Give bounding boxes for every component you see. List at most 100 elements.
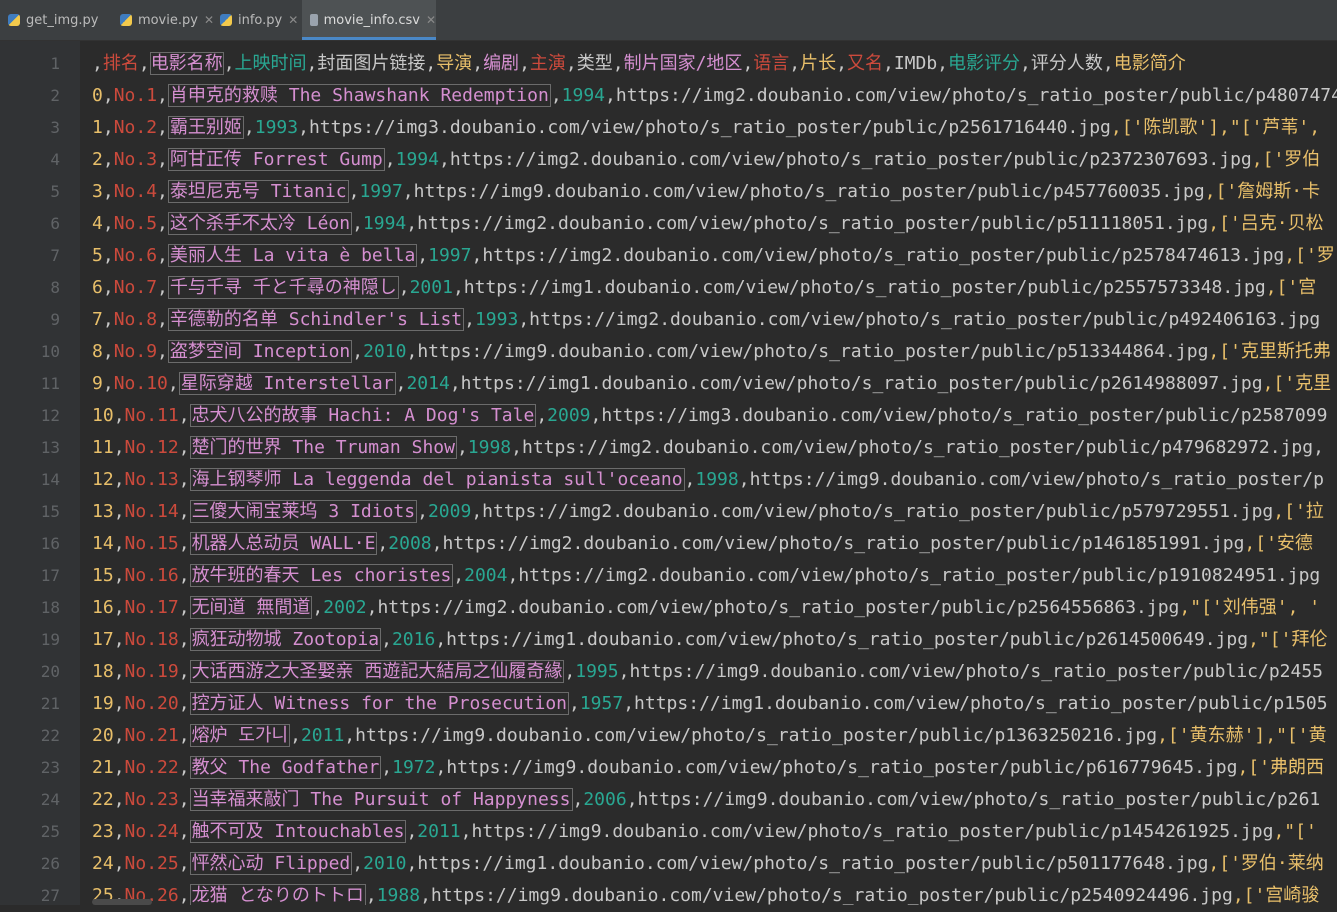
comma-separator: , [113,789,125,810]
csv-data-line[interactable]: 20,No.21, 熔炉 도가니 ,2011,https://img9.douban… [92,720,1327,752]
editor-tab-bar: get_img.py movie.py ✕ info.py ✕ movie_in… [0,0,1337,41]
line-number: 2 [50,86,60,105]
csv-header-line[interactable]: ,排名,电影名称,上映时间,封面图片链接,导演,编剧,主演,类型,制片国家/地区… [92,48,1186,80]
csv-data-line[interactable]: 1,No.2, 霸王别姬 ,1993,https://img3.doubanio.c… [92,112,1320,144]
tab-get-img-py[interactable]: get_img.py [0,0,114,40]
comma-separator: , [590,405,602,426]
line-number: 19 [40,630,60,649]
close-icon[interactable]: ✕ [288,13,298,27]
csv-data-line[interactable]: 17,No.18, 疯狂动物城 Zootopia ,2016,https://img… [92,624,1327,656]
csv-data-line[interactable]: 13,No.14, 三傻大闹宝莱坞 3 Idiots ,2009,https://i… [92,496,1324,528]
rank-cell: No.2 [113,117,158,138]
line-number: 27 [40,886,60,905]
comma-separator: , [1102,53,1114,74]
line-number: 8 [50,278,60,297]
tab-movie-info-csv[interactable]: movie_info.csv ✕ [302,0,436,40]
csv-data-line[interactable]: 12,No.13, 海上钢琴师 La leggenda del pianista … [92,464,1324,496]
comma-separator: , [102,245,114,266]
csv-data-line[interactable]: 21,No.22, 教父 The Godfather ,1972,https://i… [92,752,1324,784]
poster-url-cell: https://img3.doubanio.com/view/photo/s_r… [601,405,1328,426]
line-number: 24 [40,790,60,809]
director-cell: ,['罗伯·莱纳 [1208,853,1324,874]
comma-separator: , [178,469,190,490]
comma-separator: , [572,789,584,810]
poster-url-cell: https://img1.doubanio.com/view/photo/s_r… [460,373,1263,394]
csv-data-line[interactable]: 15,No.16, 放牛班的春天 Les choristes ,2004,https… [92,560,1320,592]
poster-url-cell: https://img2.doubanio.com/view/photo/s_r… [482,501,1274,522]
code-editor[interactable]: 1 2 3 4 5 6 7 8 9 10 11 12 13 14 15 16 17 18 19 20 21 22 23 24 2… [0,41,1337,905]
line-number: 5 [50,182,60,201]
comma-separator: , [178,757,190,778]
tab-info-py[interactable]: info.py ✕ [214,0,302,40]
rank-cell: No.14 [124,501,179,522]
line-number: 21 [40,694,60,713]
release-year-cell: 2011 [300,725,345,746]
director-cell: ,"[' [1273,821,1317,842]
row-index: 8 [92,341,103,362]
close-icon[interactable]: ✕ [426,13,436,27]
row-index: 3 [92,181,103,202]
movie-title-cell: 盗梦空间 Inception [167,340,353,363]
comma-separator: , [102,181,114,202]
csv-data-line[interactable]: 23,No.24, 触不可及 Intouchables ,2011,https://… [92,816,1317,848]
csv-data-line[interactable]: 18,No.19, 大话西游之大圣娶亲 西遊記大結局之仙履奇緣 ,1995,http… [92,656,1323,688]
comma-separator: , [518,309,530,330]
comma-separator: , [395,373,407,394]
comma-separator: , [113,437,125,458]
director-cell: ,['安德 [1244,533,1313,554]
line-number: 20 [40,662,60,681]
release-year-cell: 2004 [464,565,508,586]
csv-data-line[interactable]: 0,No.1, 肖申克的救赎 The Shawshank Redemption ,1… [92,80,1337,112]
comma-separator: , [565,53,577,74]
tab-movie-py[interactable]: movie.py ✕ [114,0,214,40]
line-number: 15 [40,502,60,521]
row-index: 0 [92,85,103,106]
comma-separator: , [157,117,168,138]
csv-data-line[interactable]: 25,No.26, 龙猫 となりのトトロ ,1988,https://img9.do… [92,880,1319,905]
close-icon[interactable]: ✕ [204,13,214,27]
csv-data-line[interactable]: 5,No.6, 美丽人生 La vita è bella ,1997,https:/… [92,240,1335,272]
csv-data-line[interactable]: 6,No.7, 千与千寻 千と千尋の神隠し ,2001,https://img1.d… [92,272,1316,304]
comma-separator: , [113,565,125,586]
csv-data-line[interactable]: 2,No.3, 阿甘正传 Forrest Gump ,1994,https://im… [92,144,1320,176]
csv-data-line[interactable]: 3,No.4, 泰坦尼克号 Titanic ,1997,https://img9.d… [92,176,1320,208]
csv-data-line[interactable]: 19,No.20, 控方证人 Witness for the Prosecutio… [92,688,1328,720]
csv-data-line[interactable]: 24,No.25, 怦然心动 Flipped ,2010,https://img1.… [92,848,1324,880]
comma-separator: , [406,853,418,874]
csv-data-line[interactable]: 4,No.5, 这个杀手不太冷 Léon ,1994,https://img2.do… [92,208,1324,240]
poster-url-cell: https://img1.doubanio.com/view/photo/s_r… [417,853,1209,874]
director-cell: ,['陈凯歌'],"['芦苇', [1110,117,1321,138]
movie-title-cell: 教父 The Godfather [189,756,382,779]
code-area[interactable]: ,排名,电影名称,上映时间,封面图片链接,导演,编剧,主演,类型,制片国家/地区… [92,41,1337,905]
csv-data-line[interactable]: 22,No.23, 当幸福来敲门 The Pursuit of Happyness… [92,784,1320,816]
csv-data-line[interactable]: 16,No.17, 无间道 無間道 ,2002,https://img2.douba… [92,592,1320,624]
rank-cell: No.18 [124,629,179,650]
comma-separator: , [471,245,483,266]
comma-separator: , [365,885,377,905]
csv-data-line[interactable]: 7,No.8, 辛德勒的名单 Schindler's List ,1993,http… [92,304,1320,336]
csv-header-field: 评分人数 [1030,53,1103,74]
comma-separator: , [738,469,750,490]
comma-separator: , [157,341,168,362]
comma-separator: , [113,853,125,874]
csv-data-line[interactable]: 8,No.9, 盗梦空间 Inception ,2010,https://img9.… [92,336,1331,368]
horizontal-scrollbar[interactable] [92,899,152,905]
comma-separator: , [406,821,418,842]
rank-cell: No.11 [124,405,179,426]
poster-url-cell: https://img9.doubanio.com/view/photo/s_r… [417,341,1209,362]
comma-separator: , [507,565,519,586]
csv-data-line[interactable]: 14,No.15, 机器人总动员 WALL·E ,2008,https://img2… [92,528,1313,560]
line-number: 12 [40,406,60,425]
comma-separator: , [449,373,461,394]
poster-url-cell: https://img2.doubanio.com/view/photo/s_r… [377,597,1180,618]
python-file-icon [120,14,132,26]
poster-url-cell: https://img9.doubanio.com/view/photo/s_r… [749,469,1324,490]
csv-data-line[interactable]: 10,No.11, 忠犬八公的故事 Hachi: A Dog's Tale ,200… [92,400,1327,432]
csv-data-line[interactable]: 9,No.10, 星际穿越 Interstellar ,2014,https://i… [92,368,1331,400]
comma-separator: , [157,85,168,106]
comma-separator: , [605,85,616,106]
comma-separator: , [836,53,847,74]
csv-data-line[interactable]: 11,No.12, 楚门的世界 The Truman Show ,1998,http… [92,432,1324,464]
rank-cell: No.5 [113,213,158,234]
movie-title-cell: 疯狂动物城 Zootopia [189,628,382,651]
